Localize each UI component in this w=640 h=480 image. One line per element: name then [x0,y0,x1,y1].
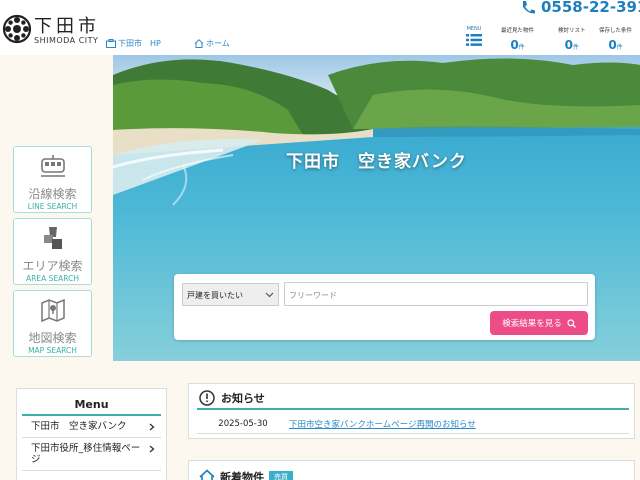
menu-panel: Menu 下田市 空き家バンク 下田市役所_移住情報ページ [16,388,167,480]
hero-title: 下田市 空き家バンク [286,152,467,172]
map-icon [40,298,65,323]
property-type-select[interactable]: 戸建を買いたい [182,283,279,306]
search-results-label: 検索結果を見る [502,319,562,329]
recent-viewed-count: 0 [510,38,519,52]
news-title: お知らせ [221,392,265,405]
saved-conditions-unit: 件 [616,44,623,51]
city-hp-label: 下田市 HP [118,39,161,48]
news-panel: お知らせ 2025-05-30 下田市空き家バンクホームページ再開のお知らせ [188,383,635,439]
home-icon [194,39,204,48]
news-link[interactable]: 下田市空き家バンクホームページ再開のお知らせ [289,418,476,430]
chevron-right-icon [149,445,155,453]
recent-viewed-unit: 件 [518,44,525,51]
menu-button-label: MENU [466,26,482,32]
building-icon [106,39,116,48]
city-emblem-icon[interactable] [2,14,32,44]
consider-list-label: 検討リスト [558,28,586,34]
menu-title: Menu [22,389,161,416]
area-search-label: エリア検索 [22,259,83,273]
logo-subtitle: SHIMODA CITY [34,36,99,45]
info-icon [199,390,215,406]
news-item: 2025-05-30 下田市空き家バンクホームページ再開のお知らせ [197,414,629,434]
line-search-sublabel: LINE SEARCH [27,202,78,211]
header: 下田市 SHIMODA CITY 下田市 HP ホーム 0558-22-3914… [0,0,640,55]
train-icon [40,155,65,177]
recent-viewed-counter[interactable]: 最近見た物件 0件 [501,26,534,53]
house-icon [199,469,215,480]
menu-item-label: 下田市 空き家バンク [31,421,127,432]
home-label: ホーム [206,39,230,48]
new-listings-panel: 新着物件 売買 [188,460,635,480]
sale-badge[interactable]: 売買 [269,471,293,480]
property-type-value: 戸建を買いたい [187,291,243,300]
freeword-input[interactable]: フリーワード [284,282,588,306]
chevron-down-icon [265,292,274,298]
search-icon [567,318,576,328]
chevron-right-icon [149,423,155,431]
saved-conditions-count: 0 [608,38,617,52]
menu-item-label: 下田市役所_移住情報ページ [31,443,141,465]
recent-viewed-label: 最近見た物件 [501,28,535,34]
area-search-sublabel: AREA SEARCH [26,274,79,283]
line-search-label: 沿線検索 [28,187,77,201]
area-search-button[interactable]: エリア検索 AREA SEARCH [13,218,92,285]
saved-conditions-counter[interactable]: 保存した条件 0件 [599,26,632,53]
area-icon [43,227,62,249]
hamburger-icon [466,34,482,46]
saved-conditions-label: 保存した条件 [599,28,633,34]
map-search-sublabel: MAP SEARCH [28,346,77,355]
search-results-button[interactable]: 検索結果を見る [490,311,588,335]
menu-button[interactable]: MENU [464,26,484,51]
new-listings-title: 新着物件 [220,471,264,480]
logo-title[interactable]: 下田市 [34,12,100,38]
menu-item-migration-info[interactable]: 下田市役所_移住情報ページ [22,438,161,471]
consider-list-counter[interactable]: 検討リスト 0件 [558,26,586,53]
consider-list-count: 0 [564,38,573,52]
home-link[interactable]: ホーム [194,38,230,49]
consider-list-unit: 件 [572,44,579,51]
phone-number[interactable]: 0558-22-3914 [520,0,640,16]
news-date: 2025-05-30 [218,418,268,429]
news-header: お知らせ [197,388,629,410]
map-search-button[interactable]: 地図検索 MAP SEARCH [13,290,92,357]
phone-icon [523,0,535,14]
search-panel: 戸建を買いたい フリーワード 検索結果を見る [174,274,595,340]
map-search-label: 地図検索 [28,331,77,345]
new-listings-header: 新着物件 売買 [199,469,293,480]
menu-item-akiya-bank[interactable]: 下田市 空き家バンク [22,416,161,438]
city-hp-link[interactable]: 下田市 HP [106,38,161,49]
line-search-button[interactable]: 沿線検索 LINE SEARCH [13,146,92,213]
phone-text: 0558-22-3914 [541,0,640,16]
